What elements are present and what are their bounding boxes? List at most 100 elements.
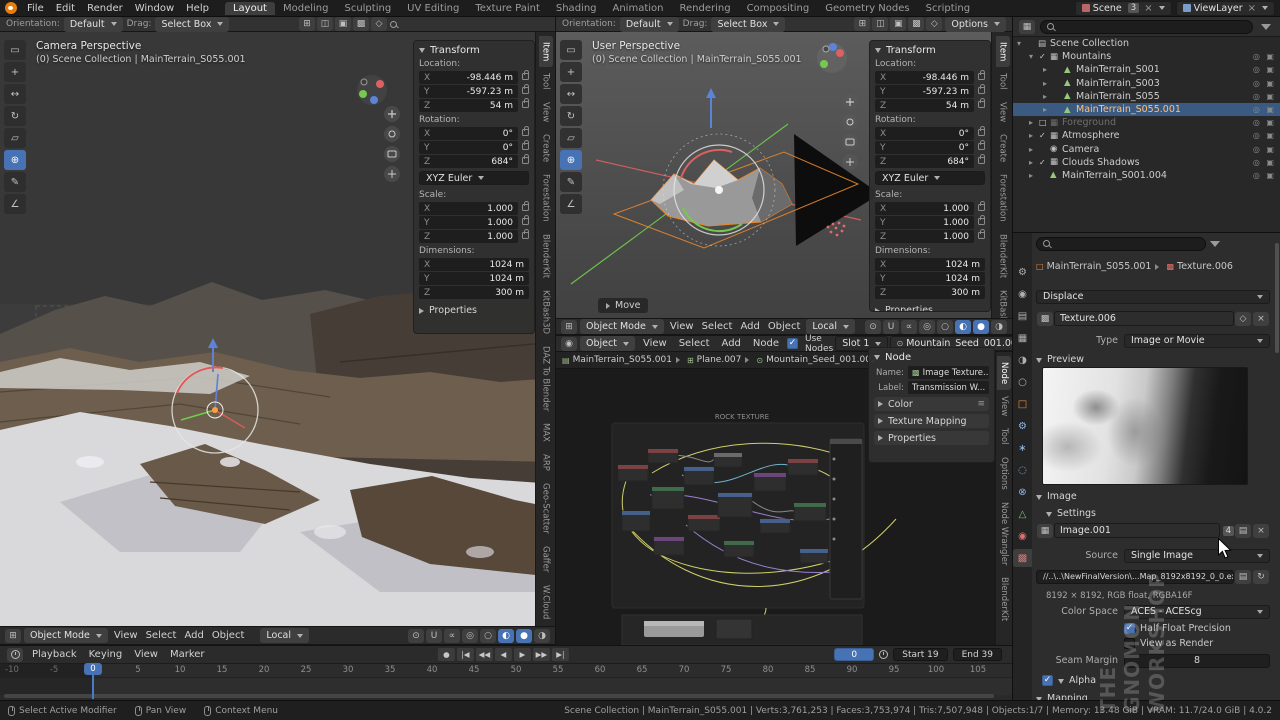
viewport-tool-button[interactable]: ↔ [560, 84, 582, 104]
timeline-ruler[interactable]: -10-505101520253035404550556065707580859… [0, 664, 1012, 678]
outliner-row[interactable]: ▸ □ ▦ Foreground ◎ ▣ [1013, 116, 1280, 129]
sidebar-tab[interactable]: BlenderKit [996, 228, 1010, 284]
scale-field[interactable]: Z1.000 [875, 230, 974, 243]
lock-icon[interactable] [978, 100, 985, 111]
alpha-section[interactable]: ✓ Alpha [1036, 673, 1270, 688]
topbar-menu[interactable]: Help [180, 3, 215, 14]
expand-arrow-icon[interactable]: ▸ [1029, 131, 1039, 140]
rotation-field[interactable]: Y0° [875, 141, 974, 154]
sidebar-tab[interactable]: Create [996, 128, 1010, 168]
sidebar-tab[interactable]: DAZ To Blender [539, 340, 553, 417]
close-icon[interactable]: × [1144, 3, 1152, 14]
sidebar-tab[interactable]: BlenderKit [997, 571, 1011, 627]
shader-menu[interactable]: Add [716, 338, 747, 349]
preview-section[interactable]: Preview [1036, 352, 1270, 367]
settings-section[interactable]: Settings [1046, 506, 1270, 521]
exclude-checkbox[interactable]: ✓ [1039, 158, 1050, 167]
view-as-render-checkbox[interactable] [1124, 638, 1135, 649]
viewport-header-icon[interactable]: ◐ [955, 320, 971, 334]
sidebar-tab[interactable]: Options [997, 451, 1011, 496]
viewport-header-icon[interactable]: ◑ [991, 320, 1007, 334]
viewport-header-icon[interactable]: ◑ [534, 629, 550, 643]
visibility-toggles[interactable]: ◎ ▣ [1253, 158, 1276, 167]
orientation-dropdown[interactable]: Default [620, 17, 679, 32]
viewport-camera[interactable]: Camera Perspective (0) Scene Collection … [0, 32, 555, 626]
sidebar-tab[interactable]: Forestation [996, 168, 1010, 228]
transform-panel-header[interactable]: Transform [419, 45, 529, 56]
node-label-field[interactable]: Transmission W... [908, 381, 989, 394]
sidebar-tab[interactable]: MAX [539, 417, 553, 448]
location-field[interactable]: X-98.446 m [875, 71, 974, 84]
frame-end-field[interactable]: End 39 [953, 648, 1002, 661]
location-field[interactable]: Y-597.23 m [419, 85, 518, 98]
viewport-header-icon[interactable]: ● [973, 320, 989, 334]
outliner-row[interactable]: ▸ ▲ MainTerrain_S003 ◎ ▣ [1013, 77, 1280, 90]
options-dropdown[interactable]: Options [945, 17, 1006, 32]
editor-type-icon[interactable]: ⊞ [5, 629, 21, 643]
viewport-header-icon[interactable]: U [883, 320, 899, 334]
filter-icon[interactable] [1210, 241, 1220, 247]
workspace-tab[interactable]: Modeling [275, 2, 337, 15]
workspace-tab[interactable]: Rendering [671, 2, 738, 15]
viewport-tool-button[interactable]: ✎ [4, 172, 26, 192]
node-panel-section[interactable]: Texture Mapping [874, 414, 989, 428]
blender-logo-icon[interactable] [5, 2, 17, 14]
outliner-search[interactable] [1040, 20, 1253, 34]
rotation-field[interactable]: X0° [875, 127, 974, 140]
properties-tab[interactable]: ⊗ [1013, 483, 1033, 501]
location-field[interactable]: Y-597.23 m [875, 85, 974, 98]
image-name-field[interactable]: Image.001 [1054, 523, 1220, 538]
filter-icon[interactable] [1261, 24, 1271, 30]
viewport-tool-button[interactable]: ▱ [4, 128, 26, 148]
properties-tab[interactable]: ◉ [1013, 527, 1033, 545]
sidebar-tab[interactable]: Node Wrangler [997, 496, 1011, 571]
viewport-header-icon[interactable]: ∝ [444, 629, 460, 643]
lock-icon[interactable] [522, 156, 529, 167]
visibility-toggles[interactable]: ◎ ▣ [1253, 145, 1276, 154]
texture-slot-dropdown[interactable]: Displace [1036, 290, 1270, 304]
record-button[interactable]: ● [438, 648, 455, 661]
sidebar-tab[interactable]: KitBash3D [996, 284, 1010, 318]
expand-arrow-icon[interactable]: ▾ [1017, 39, 1027, 48]
properties-tab[interactable]: ▤ [1013, 307, 1033, 325]
viewport-tool-button[interactable]: ∠ [4, 194, 26, 214]
viewport-menu[interactable]: Add [736, 321, 763, 332]
outliner-row[interactable]: ▾ ✓ ▦ Mountains ◎ ▣ [1013, 50, 1280, 63]
sidebar-tab[interactable]: Tool [996, 67, 1010, 96]
sidebar-tab[interactable]: Item [996, 36, 1010, 67]
location-field[interactable]: Z54 m [419, 99, 518, 112]
shader-menu[interactable]: View [637, 338, 673, 349]
lock-icon[interactable] [522, 203, 529, 214]
properties-tab[interactable]: ▩ [1013, 549, 1033, 567]
location-field[interactable]: Z54 m [875, 99, 974, 112]
viewport-header-icon[interactable]: ○ [937, 320, 953, 334]
visibility-toggles[interactable]: ◎ ▣ [1253, 118, 1276, 127]
reload-icon[interactable]: ↻ [1253, 570, 1269, 584]
breadcrumb-object[interactable]: □MainTerrain_S055.001 [1036, 261, 1151, 272]
transport-button[interactable]: |◀ [457, 648, 474, 661]
lock-icon[interactable] [978, 217, 985, 228]
viewport-tool-button[interactable]: ↻ [560, 106, 582, 126]
transport-button[interactable]: ▶▶ [533, 648, 550, 661]
tool-settings-icon[interactable]: ◇ [926, 17, 942, 31]
viewport-user[interactable]: User Perspective (0) Scene Collection | … [555, 32, 1012, 318]
timeline-track[interactable] [0, 678, 1012, 695]
unlink-icon[interactable]: × [1253, 312, 1269, 326]
properties-section-header[interactable]: Properties [419, 305, 529, 316]
editor-type-icon[interactable]: ◉ [561, 337, 577, 351]
outliner-row[interactable]: ▸ ✓ ▦ Atmosphere ◎ ▣ [1013, 129, 1280, 142]
rotation-mode-dropdown[interactable]: XYZ Euler [875, 171, 985, 185]
breadcrumb[interactable]: ⊙Mountain_Seed_001.002 [741, 355, 876, 365]
visibility-toggles[interactable]: ◎ ▣ [1253, 52, 1276, 61]
source-dropdown[interactable]: Single Image [1124, 549, 1270, 563]
viewport-menu[interactable]: Object [764, 321, 805, 332]
properties-tab[interactable]: △ [1013, 505, 1033, 523]
sidebar-tab[interactable]: Create [539, 128, 553, 168]
viewport-tool-button[interactable]: ▭ [560, 40, 582, 60]
sidebar-tab[interactable]: Geo-Scatter [539, 477, 553, 540]
visibility-toggles[interactable]: ◎ ▣ [1253, 105, 1276, 114]
viewport-header-icon[interactable]: ⊙ [865, 320, 881, 334]
lock-icon[interactable] [522, 142, 529, 153]
rotation-field[interactable]: Z684° [875, 155, 974, 168]
transport-button[interactable]: ▶ [514, 648, 531, 661]
